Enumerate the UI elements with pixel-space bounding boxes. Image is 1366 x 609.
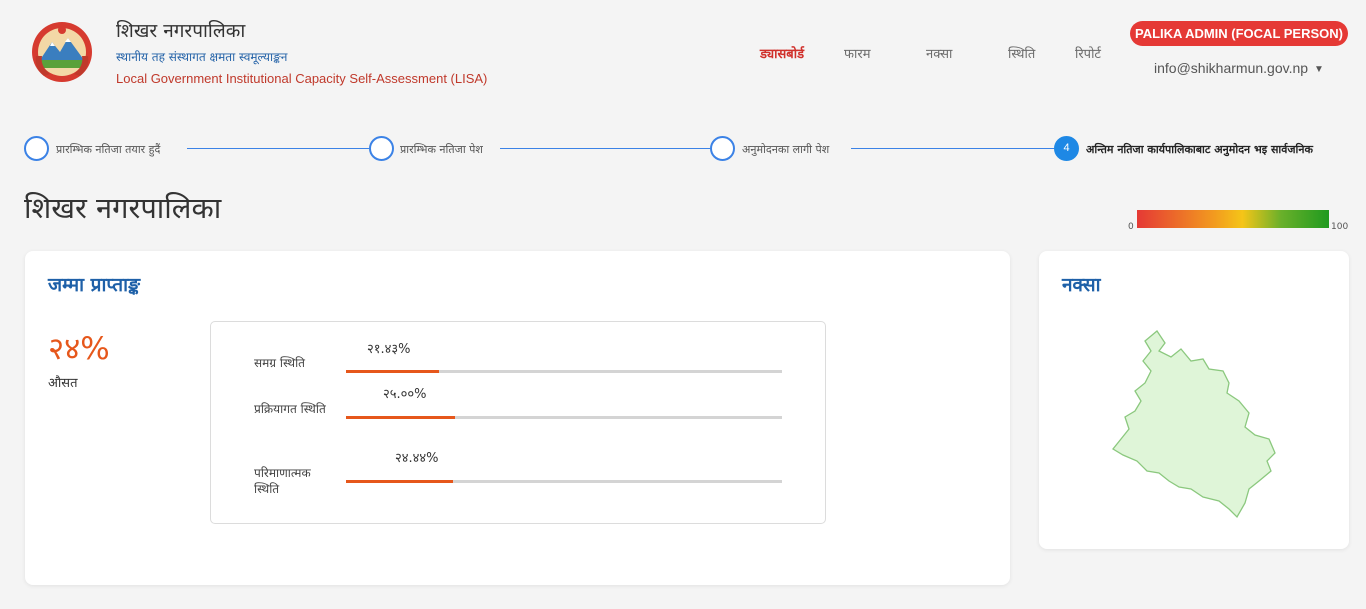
user-menu[interactable]: info@shikharmun.gov.np ▼	[1154, 60, 1324, 76]
scale-max-label: 100	[1331, 222, 1349, 232]
scale-min-label: 0	[1128, 222, 1134, 232]
average-label: औसत	[48, 376, 78, 391]
brand-subtitle: स्थानीय तह संस्थागत क्षमता स्वमूल्याङ्कन	[116, 50, 288, 64]
nav-form[interactable]: फारम	[844, 44, 870, 62]
nav-status[interactable]: स्थिति	[1008, 44, 1035, 62]
progress-fill	[346, 480, 453, 483]
row-value: २१.४३%	[367, 342, 411, 357]
row-label: समग्र स्थिति	[254, 356, 306, 370]
progress-track	[346, 416, 782, 419]
user-email: info@shikharmun.gov.np	[1154, 60, 1309, 76]
map-card-title: नक्सा	[1062, 274, 1101, 296]
progress-fill	[346, 370, 440, 373]
app-header: शिखर नगरपालिका स्थानीय तह संस्थागत क्षमत…	[0, 0, 1366, 100]
row-label: परिमाणात्मक स्थिति	[254, 466, 311, 496]
step-connector	[851, 148, 1054, 149]
color-scale-bar	[1137, 210, 1329, 228]
step-4-label: अन्तिम नतिजा कार्यपालिकाबाट अनुमोदन भइ स…	[1086, 143, 1313, 156]
step-3-label: अनुमोदनका लागी पेश	[742, 143, 830, 156]
brand-english-title: Local Government Institutional Capacity …	[116, 71, 488, 86]
brand-title: शिखर नगरपालिका	[116, 20, 246, 42]
step-connector	[187, 148, 369, 149]
progress-stepper: प्रारम्भिक नतिजा तयार हुदैं प्रारम्भिक न…	[24, 136, 1344, 164]
row-label: प्रक्रियागत स्थिति	[254, 402, 326, 416]
score-card-title: जम्मा प्राप्ताङ्क	[48, 274, 141, 296]
page-title: शिखर नगरपालिका	[24, 191, 222, 225]
step-3-circle	[710, 136, 735, 161]
row-value: २४.४४%	[395, 451, 439, 466]
step-2-label: प्रारम्भिक नतिजा पेश	[400, 143, 483, 156]
total-score-value: २४%	[48, 331, 110, 367]
progress-fill	[346, 416, 455, 419]
row-value: २५.००%	[383, 387, 427, 402]
nav-map[interactable]: नक्सा	[926, 44, 952, 62]
municipality-map[interactable]	[1099, 321, 1299, 531]
municipality-boundary	[1112, 330, 1276, 519]
progress-track	[346, 480, 782, 483]
total-score-card: जम्मा प्राप्ताङ्क २४% औसत समग्र स्थिति २…	[25, 251, 1010, 585]
step-1-label: प्रारम्भिक नतिजा तयार हुदैं	[56, 143, 161, 156]
map-card: नक्सा	[1039, 251, 1349, 549]
progress-track	[346, 370, 782, 373]
nav-report[interactable]: रिपोर्ट	[1075, 44, 1101, 62]
step-connector	[500, 148, 710, 149]
score-breakdown: समग्र स्थिति २१.४३% प्रक्रियागत स्थिति २…	[210, 321, 826, 524]
step-4-circle: 4	[1054, 136, 1079, 161]
government-emblem-icon	[32, 22, 92, 82]
nav-dashboard[interactable]: ड्यासबोर्ड	[760, 44, 804, 62]
step-2-circle	[369, 136, 394, 161]
caret-down-icon: ▼	[1314, 63, 1324, 75]
role-badge: PALIKA ADMIN (FOCAL PERSON)	[1130, 21, 1348, 46]
step-1-circle	[24, 136, 49, 161]
